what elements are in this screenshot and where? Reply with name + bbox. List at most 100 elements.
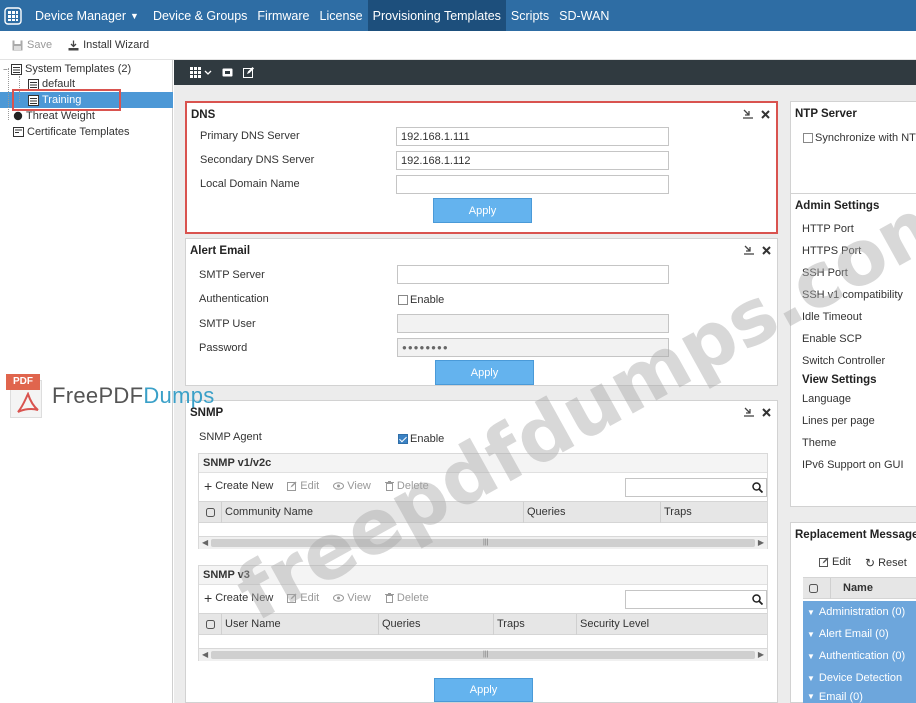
- brand-text: FreePDFDumps: [52, 383, 215, 408]
- minimize-icon[interactable]: [744, 407, 754, 417]
- secondary-dns-input[interactable]: 192.168.1.112: [396, 151, 669, 170]
- widget-grid-icon[interactable]: [190, 67, 212, 78]
- nav-scripts[interactable]: Scripts: [506, 0, 554, 31]
- panel-controls: [744, 407, 771, 417]
- grid-logo-icon: [4, 6, 22, 25]
- panel-controls: [744, 245, 771, 255]
- content-toolbar: [174, 60, 916, 85]
- nav-device-groups[interactable]: Device & Groups: [148, 0, 252, 31]
- snmp-apply-button[interactable]: Apply: [434, 678, 533, 702]
- scroll-grip-icon: |||: [483, 651, 489, 658]
- replacement-edit-button[interactable]: Edit: [819, 556, 851, 568]
- secondary-dns-label: Secondary DNS Server: [200, 154, 315, 166]
- scroll-right-icon[interactable]: ▶: [758, 649, 764, 661]
- replacement-table-header: Name: [803, 577, 916, 599]
- group-device-detection[interactable]: ▼ Device Detection: [803, 667, 916, 689]
- panel-controls: [743, 109, 770, 119]
- alert-email-title: Alert Email: [190, 245, 251, 257]
- scroll-right-icon[interactable]: ▶: [758, 537, 764, 549]
- view-settings-title: View Settings: [802, 374, 877, 386]
- main-toolbar: Save Install Wizard: [0, 31, 916, 60]
- scroll-left-icon[interactable]: ◀: [202, 537, 208, 549]
- save-button[interactable]: Save: [12, 39, 52, 51]
- column-queries[interactable]: Queries: [378, 614, 493, 635]
- reset-icon: ↻: [865, 556, 876, 570]
- expand-icon: ▼: [807, 673, 815, 683]
- chevron-down-icon: ▼: [130, 10, 139, 21]
- view-toggle-icon[interactable]: [222, 68, 233, 77]
- group-authentication[interactable]: ▼ Authentication (0): [803, 645, 916, 667]
- password-label: Password: [199, 342, 248, 354]
- tree-item-threat-weight[interactable]: Threat Weight: [13, 108, 95, 124]
- dns-apply-button[interactable]: Apply: [433, 198, 532, 223]
- ntp-sync-checkbox[interactable]: Synchronize with NTP: [803, 132, 916, 144]
- authentication-label: Authentication: [199, 293, 269, 305]
- checkbox-icon: [803, 133, 813, 143]
- nav-device-manager[interactable]: Device Manager ▼: [30, 0, 144, 31]
- horizontal-scrollbar[interactable]: ◀ ||| ▶: [199, 648, 767, 661]
- smtp-user-label: SMTP User: [199, 318, 256, 330]
- tree-item-certificate-templates[interactable]: Certificate Templates: [13, 124, 130, 140]
- switch-controller-label: Switch Controller: [802, 355, 886, 367]
- replacement-message-title: Replacement Message: [795, 529, 916, 541]
- alert-email-apply-button[interactable]: Apply: [435, 360, 534, 385]
- minimize-icon[interactable]: [744, 245, 754, 255]
- edit-button[interactable]: Edit: [287, 480, 319, 492]
- language-label: Language: [802, 393, 851, 405]
- collapse-icon: −: [3, 64, 8, 74]
- snmp-v1v2c-search-input[interactable]: [625, 478, 767, 497]
- threat-weight-icon: [13, 111, 23, 121]
- group-email[interactable]: ▼ Email (0): [803, 689, 916, 703]
- top-nav: Device Manager ▼ Device & Groups Firmware…: [0, 0, 916, 31]
- column-traps[interactable]: Traps: [660, 502, 768, 523]
- install-wizard-button[interactable]: Install Wizard: [68, 39, 149, 51]
- close-icon[interactable]: [762, 245, 771, 255]
- nav-license[interactable]: License: [315, 0, 368, 31]
- snmp-v3-search-input[interactable]: [625, 590, 767, 609]
- snmp-agent-label: SNMP Agent: [199, 431, 262, 443]
- column-name[interactable]: Name: [830, 578, 873, 599]
- authentication-enable-checkbox[interactable]: Enable: [398, 294, 444, 306]
- column-traps[interactable]: Traps: [493, 614, 576, 635]
- tree-item-system-templates[interactable]: − System Templates (2): [3, 61, 131, 77]
- edit-icon[interactable]: [243, 67, 254, 78]
- primary-dns-input[interactable]: 192.168.1.111: [396, 127, 669, 146]
- scroll-left-icon[interactable]: ◀: [202, 649, 208, 661]
- template-icon: [11, 63, 22, 75]
- app-logo[interactable]: [0, 0, 26, 31]
- local-domain-input[interactable]: [396, 175, 669, 194]
- certificate-icon: [13, 127, 24, 137]
- close-icon[interactable]: [761, 109, 770, 119]
- minimize-icon[interactable]: [743, 109, 753, 119]
- template-icon: [28, 78, 39, 90]
- group-administration[interactable]: ▼ Administration (0): [803, 601, 916, 623]
- delete-button[interactable]: Delete: [384, 592, 429, 604]
- replacement-reset-button[interactable]: ↻ Reset: [865, 556, 907, 570]
- scroll-grip-icon: |||: [483, 539, 489, 546]
- smtp-user-input[interactable]: [397, 314, 669, 333]
- create-new-button[interactable]: + Create New: [204, 478, 273, 494]
- select-all-toggle[interactable]: [203, 502, 221, 523]
- ntp-title: NTP Server: [795, 108, 857, 120]
- nav-firmware[interactable]: Firmware: [252, 0, 314, 31]
- install-icon: [68, 40, 79, 50]
- nav-provisioning-templates[interactable]: Provisioning Templates: [367, 0, 506, 31]
- primary-dns-label: Primary DNS Server: [200, 130, 300, 142]
- plus-icon: +: [204, 590, 213, 606]
- pdf-logo: PDF: [6, 374, 46, 418]
- select-all-toggle[interactable]: [203, 614, 221, 635]
- column-security-level[interactable]: Security Level: [576, 614, 768, 635]
- smtp-server-input[interactable]: [397, 265, 669, 284]
- search-icon: [752, 482, 763, 493]
- nav-sd-wan[interactable]: SD-WAN: [554, 0, 614, 31]
- expand-icon: ▼: [807, 607, 815, 617]
- group-alert-email[interactable]: ▼ Alert Email (0): [803, 623, 916, 645]
- column-queries[interactable]: Queries: [523, 502, 660, 523]
- expand-icon: ▼: [807, 651, 815, 661]
- eye-icon: [333, 482, 345, 490]
- close-icon[interactable]: [762, 407, 771, 417]
- plus-icon: +: [204, 478, 213, 494]
- save-icon: [12, 40, 23, 50]
- dns-title: DNS: [191, 109, 216, 121]
- select-all-icon[interactable]: [809, 584, 818, 593]
